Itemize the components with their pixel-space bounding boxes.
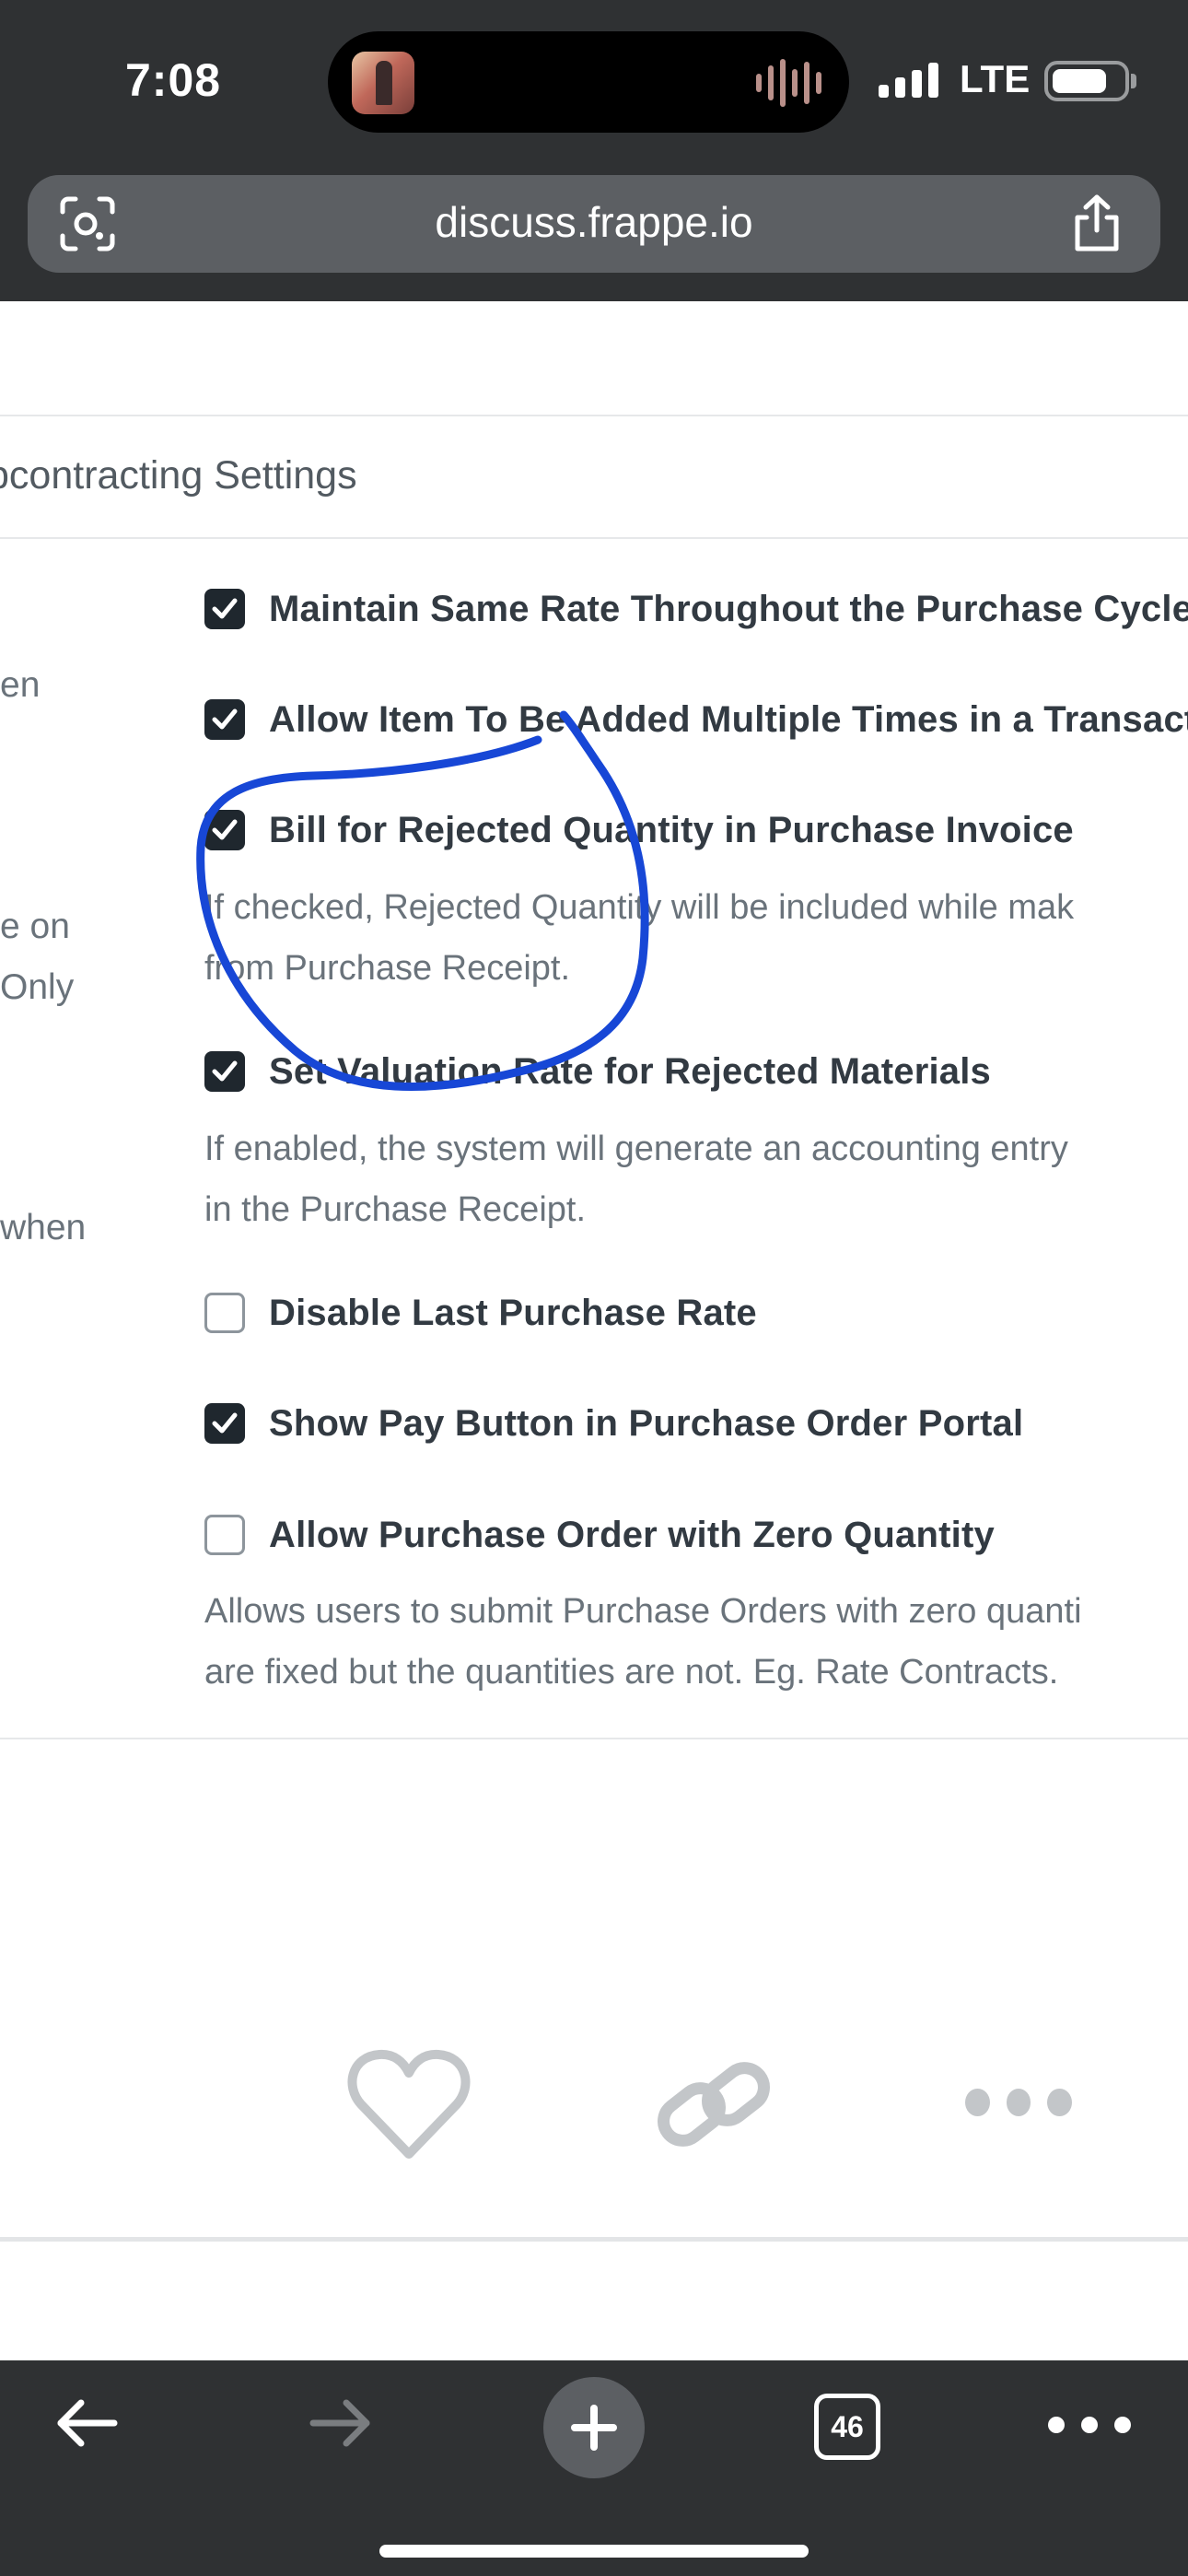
url-text[interactable]: discuss.frappe.io: [28, 197, 1160, 247]
setting-label: Disable Last Purchase Rate: [269, 1292, 757, 1333]
description-line: are fixed but the quantities are not. Eg…: [204, 1653, 1059, 1692]
audio-waveform-icon: [756, 57, 821, 109]
setting-description: If checked, Rejected Quantity will be in…: [204, 877, 1074, 999]
left-column-fragment: e on: [0, 907, 70, 946]
setting-label: Bill for Rejected Quantity in Purchase I…: [269, 809, 1074, 850]
browser-top-chrome: 7:08 LTE discuss.frappe.io: [0, 0, 1188, 301]
setting-allow-item-multiple-times[interactable]: Allow Item To Be Added Multiple Times in…: [204, 698, 1188, 741]
checkbox-unchecked[interactable]: [204, 1515, 245, 1555]
heart-icon[interactable]: [346, 2047, 472, 2161]
checkbox-checked[interactable]: [204, 699, 245, 740]
link-icon[interactable]: [654, 2053, 774, 2156]
checkbox-checked[interactable]: [204, 1051, 245, 1092]
tab-switcher-button[interactable]: 46: [814, 2394, 880, 2460]
section-title: bcontracting Settings: [0, 453, 357, 498]
setting-description: Allows users to submit Purchase Orders w…: [204, 1581, 1082, 1703]
share-icon[interactable]: [1070, 193, 1124, 252]
setting-label: Allow Item To Be Added Multiple Times in…: [269, 698, 1188, 740]
left-column-fragment: en: [0, 665, 41, 705]
checkbox-checked[interactable]: [204, 810, 245, 850]
dynamic-island[interactable]: [328, 31, 849, 133]
home-indicator[interactable]: [379, 2545, 809, 2558]
setting-valuation-rate-rejected[interactable]: Set Valuation Rate for Rejected Material…: [204, 1050, 991, 1093]
setting-label: Set Valuation Rate for Rejected Material…: [269, 1050, 992, 1092]
checkbox-unchecked[interactable]: [204, 1293, 245, 1333]
setting-label: Maintain Same Rate Throughout the Purcha…: [269, 588, 1188, 629]
description-line: If checked, Rejected Quantity will be in…: [204, 888, 1075, 927]
settings-bottom-divider: [0, 1738, 1188, 1739]
checkbox-checked[interactable]: [204, 1403, 245, 1444]
setting-disable-last-purchase-rate[interactable]: Disable Last Purchase Rate: [204, 1292, 757, 1334]
address-bar[interactable]: discuss.frappe.io: [28, 175, 1160, 273]
new-tab-plus-button[interactable]: [543, 2377, 645, 2478]
description-line: Allows users to submit Purchase Orders w…: [204, 1592, 1082, 1631]
more-menu-icon[interactable]: [1048, 2414, 1149, 2436]
setting-description: If enabled, the system will generate an …: [204, 1118, 1068, 1240]
forward-arrow-icon[interactable]: [308, 2395, 374, 2451]
setting-label: Allow Purchase Order with Zero Quantity: [269, 1514, 995, 1555]
setting-label: Show Pay Button in Purchase Order Portal: [269, 1402, 1024, 1444]
back-arrow-icon[interactable]: [53, 2395, 120, 2451]
section-divider: [0, 537, 1188, 539]
setting-maintain-same-rate[interactable]: Maintain Same Rate Throughout the Purcha…: [204, 588, 1188, 630]
setting-show-pay-button[interactable]: Show Pay Button in Purchase Order Portal: [204, 1402, 1023, 1445]
post-divider: [0, 2237, 1188, 2242]
more-icon[interactable]: [965, 2084, 1073, 2121]
now-playing-artwork: [352, 52, 414, 114]
setting-allow-zero-quantity-po[interactable]: Allow Purchase Order with Zero Quantity: [204, 1514, 995, 1556]
checkbox-checked[interactable]: [204, 589, 245, 629]
setting-bill-rejected-quantity[interactable]: Bill for Rejected Quantity in Purchase I…: [204, 809, 1074, 851]
cellular-signal-icon: [879, 61, 938, 98]
top-divider: [0, 415, 1188, 416]
battery-tip: [1131, 74, 1136, 88]
hand-drawn-annotation-circle: [196, 710, 649, 1092]
network-type: LTE: [960, 57, 1031, 100]
left-column-fragment: when: [0, 1208, 87, 1247]
description-line: in the Purchase Receipt.: [204, 1190, 587, 1229]
status-time: 7:08: [125, 54, 222, 106]
description-line: from Purchase Receipt.: [204, 949, 571, 988]
left-column-fragment: Only: [0, 967, 75, 1007]
browser-bottom-toolbar: 46: [0, 2360, 1188, 2576]
screen: 7:08 LTE discuss.frappe.io bcontracting …: [0, 0, 1188, 2576]
description-line: If enabled, the system will generate an …: [204, 1130, 1068, 1168]
battery-icon: [1044, 61, 1129, 101]
